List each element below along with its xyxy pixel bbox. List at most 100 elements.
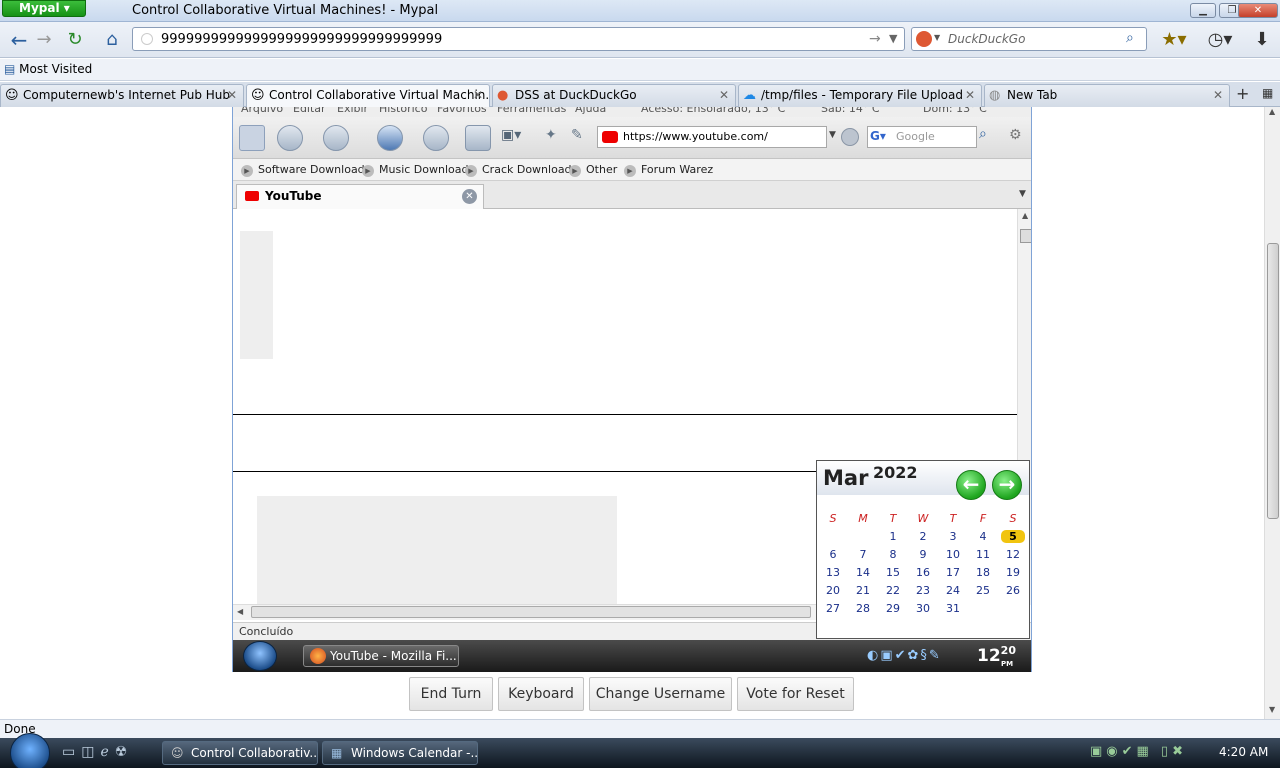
change-username-button[interactable]: Change Username — [589, 677, 732, 711]
calendar-day[interactable]: 8 — [881, 548, 905, 561]
vm-print-icon[interactable]: ▣▾ — [501, 127, 521, 143]
calendar-day[interactable]: 27 — [821, 602, 845, 615]
scroll-up-icon[interactable]: ▲ — [1269, 107, 1275, 116]
calendar-day[interactable]: 6 — [821, 548, 845, 561]
close-window-button[interactable]: ✕ — [1238, 3, 1278, 18]
calendar-day[interactable]: 22 — [881, 584, 905, 597]
taskbar-button-calendar[interactable]: ▦ Windows Calendar -... — [322, 741, 478, 765]
vm-menu-exibir[interactable]: Exibir — [337, 107, 368, 115]
close-tab-icon[interactable]: ✕ — [965, 85, 975, 106]
start-button[interactable] — [10, 733, 50, 768]
page-scrollbar[interactable]: ▲ ▼ — [1264, 107, 1280, 719]
calendar-day[interactable]: 4 — [971, 530, 995, 543]
tab-control-collaborative[interactable]: ☺ Control Collaborative Virtual Machin...… — [246, 84, 490, 107]
calendar-day[interactable]: 19 — [1001, 566, 1025, 579]
vm-hscroll-thumb[interactable] — [251, 606, 811, 618]
vm-tools-icon[interactable]: ✦ — [545, 127, 557, 143]
vm-reload-button[interactable] — [377, 125, 403, 151]
downloads-button[interactable]: ⬇ — [1248, 27, 1276, 53]
vm-bookmark-software[interactable]: Software Download — [241, 163, 365, 177]
calendar-day[interactable]: 31 — [941, 602, 965, 615]
vm-bookmark-crack[interactable]: Crack Download — [465, 163, 572, 177]
close-tab-icon[interactable]: ✕ — [1213, 85, 1223, 106]
vm-forward-button[interactable] — [323, 125, 349, 151]
url-bar[interactable]: 9999999999999999999999999999999999 → ▼ — [132, 27, 905, 51]
vm-menu-arquivo[interactable]: Arquivo — [241, 107, 283, 115]
vm-horizontal-scrollbar[interactable]: ◀ — [233, 604, 817, 620]
search-bar[interactable]: ▼ DuckDuckGo ⌕ — [911, 27, 1147, 51]
vm-menu-ajuda[interactable]: Ajuda — [575, 107, 606, 115]
new-tab-button[interactable]: + — [1236, 84, 1249, 103]
vm-scroll-thumb[interactable] — [1020, 229, 1031, 243]
calendar-day[interactable]: 14 — [851, 566, 875, 579]
tab-new-tab[interactable]: ◍ New Tab ✕ — [984, 84, 1230, 107]
scroll-down-icon[interactable]: ▼ — [1269, 705, 1275, 714]
vm-back-button[interactable] — [277, 125, 303, 151]
calendar-day[interactable]: 25 — [971, 584, 995, 597]
vm-tab-youtube[interactable]: YouTube ✕ — [236, 184, 484, 209]
vm-search-icon[interactable]: ⌕ — [979, 126, 999, 148]
calendar-next-button[interactable]: → — [992, 470, 1022, 500]
vm-search-bar[interactable]: G▾ Google — [867, 126, 977, 148]
calendar-day[interactable]: 24 — [941, 584, 965, 597]
vm-tab-list-icon[interactable]: ▼ — [1019, 189, 1026, 199]
keyboard-button[interactable]: Keyboard — [498, 677, 584, 711]
vm-hide-toolbar-button[interactable] — [239, 125, 265, 151]
quick-launch-icons[interactable]: ▭◫ℯ☢ — [62, 744, 133, 760]
calendar-day[interactable]: 16 — [911, 566, 935, 579]
vm-addon-icon[interactable]: ⚙ — [1009, 127, 1022, 143]
calendar-day[interactable]: 15 — [881, 566, 905, 579]
calendar-day[interactable]: 30 — [911, 602, 935, 615]
calendar-day[interactable]: 10 — [941, 548, 965, 561]
vm-tray-icons[interactable]: ◐▣✔✿§✎ — [867, 648, 942, 663]
calendar-day[interactable]: 5 — [1001, 530, 1025, 543]
calendar-day[interactable]: 17 — [941, 566, 965, 579]
tab-computernewb[interactable]: ☺ Computernewb's Internet Pub Hub ✕ — [0, 84, 244, 107]
calendar-day[interactable]: 23 — [911, 584, 935, 597]
scroll-up-icon[interactable]: ▲ — [1022, 211, 1028, 220]
vote-reset-button[interactable]: Vote for Reset — [737, 677, 854, 711]
calendar-day[interactable]: 21 — [851, 584, 875, 597]
vm-menu-historico[interactable]: Histórico — [379, 107, 427, 115]
close-tab-icon[interactable]: ✕ — [473, 85, 483, 106]
vm-stop-button[interactable] — [423, 125, 449, 151]
engine-dropdown-icon[interactable]: ▼ — [934, 33, 940, 42]
vm-bookmark-music[interactable]: Music Download — [362, 163, 468, 177]
history-button[interactable]: ◷▾ — [1202, 27, 1238, 53]
reload-button[interactable]: ↻ — [61, 27, 89, 53]
calendar-day[interactable]: 2 — [911, 530, 935, 543]
vm-url-dropdown-icon[interactable]: ▼ — [829, 130, 836, 140]
calendar-day[interactable]: 7 — [851, 548, 875, 561]
calendar-day[interactable]: 1 — [881, 530, 905, 543]
back-button[interactable]: ← — [5, 27, 33, 53]
app-menu-button[interactable]: Mypal ▾ — [2, 0, 86, 17]
vm-go-button[interactable] — [841, 128, 859, 146]
list-all-tabs-button[interactable]: ▦ — [1262, 86, 1273, 100]
taskbar-button-control[interactable]: ☺ Control Collaborativ... — [162, 741, 318, 765]
url-dropdown-icon[interactable]: ▼ — [889, 32, 897, 45]
calendar-day[interactable]: 11 — [971, 548, 995, 561]
vm-taskbar-firefox[interactable]: YouTube - Mozilla Fi... — [303, 645, 459, 667]
vm-pen-icon[interactable]: ✎ — [571, 127, 583, 143]
search-icon[interactable]: ⌕ — [1126, 30, 1134, 46]
calendar-day[interactable]: 28 — [851, 602, 875, 615]
calendar-day[interactable]: 12 — [1001, 548, 1025, 561]
calendar-day[interactable]: 3 — [941, 530, 965, 543]
calendar-prev-button[interactable]: ← — [956, 470, 986, 500]
vm-start-button[interactable] — [243, 641, 277, 671]
calendar-day[interactable]: 9 — [911, 548, 935, 561]
system-tray-icons[interactable]: ▣◉✔▦ ▯✖ — [1090, 744, 1187, 759]
home-button[interactable]: ⌂ — [98, 27, 126, 53]
vm-bookmark-other[interactable]: Other — [569, 163, 617, 177]
end-turn-button[interactable]: End Turn — [409, 677, 493, 711]
vm-bookmark-forum[interactable]: Forum Warez — [624, 163, 713, 177]
vm-home-button[interactable] — [465, 125, 491, 151]
calendar-day[interactable]: 26 — [1001, 584, 1025, 597]
vm-close-tab-icon[interactable]: ✕ — [462, 189, 477, 204]
forward-button[interactable]: → — [30, 27, 58, 53]
tab-duckduckgo[interactable]: ● DSS at DuckDuckGo ✕ — [492, 84, 736, 107]
minimize-button[interactable]: ▁ — [1190, 3, 1216, 18]
calendar-day[interactable]: 20 — [821, 584, 845, 597]
vm-url-bar[interactable]: https://www.youtube.com/ — [597, 126, 827, 148]
calendar-day[interactable]: 18 — [971, 566, 995, 579]
